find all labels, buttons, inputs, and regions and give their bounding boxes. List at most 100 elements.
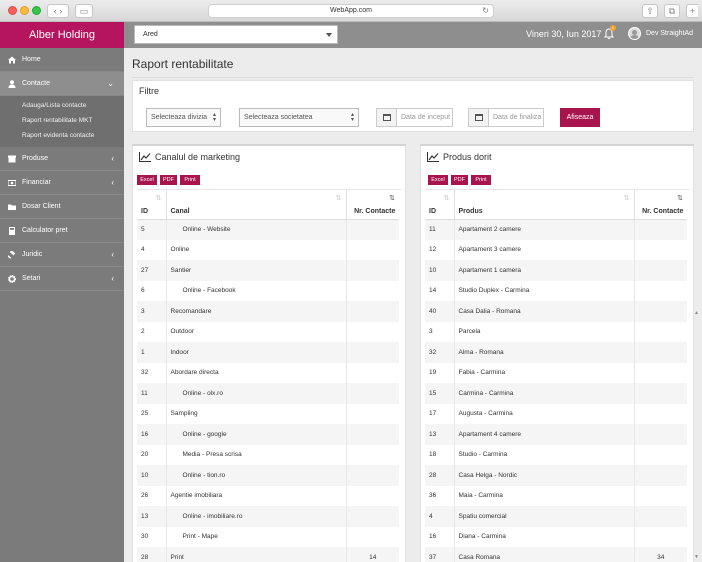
table-row: 10 Online - tion.ro	[137, 465, 399, 486]
calendar-icon	[469, 109, 489, 126]
scroll-down-icon[interactable]: ▼	[694, 554, 699, 560]
cell-name: Online - Facebook	[166, 280, 347, 301]
cell-id: 1	[137, 342, 167, 363]
cell-name: Recomandare	[166, 301, 347, 322]
column-header-nr-contacte[interactable]: Nr. Contacte ⇅	[346, 190, 399, 220]
sidebar-subitem-adauga-contacte[interactable]: Adauga/Lista contacte	[0, 98, 124, 113]
tabs-icon[interactable]: ⧉	[664, 4, 680, 18]
close-window-button[interactable]	[8, 6, 17, 15]
sort-icon: ⇅	[443, 195, 450, 202]
line-chart-icon	[139, 152, 151, 162]
address-bar[interactable]: WebApp.com ↻	[208, 4, 494, 18]
end-date-input[interactable]: Data de finaliza	[468, 108, 544, 127]
sidebar-subitem-raport-evidenta[interactable]: Raport evidenta contacte	[0, 128, 124, 143]
avatar[interactable]	[628, 27, 641, 40]
product-desired-panel: Produs dorit Excel PDF Print ID ⇅ Produs ⇅…	[420, 144, 694, 562]
sidebar-item-label: Produse	[22, 155, 49, 162]
pdf-export-button[interactable]: PDF	[451, 175, 468, 185]
table-row: 11 Online - olx.ro	[137, 383, 399, 404]
cell-id: 13	[137, 506, 167, 527]
back-forward-buttons[interactable]: ‹ ›	[47, 4, 69, 18]
sidebar-item-label: Home	[22, 56, 41, 63]
marketing-channel-table: ID ⇅ Canal ⇅ Nr. Contacte ⇅ 5 Online - Websi…	[137, 190, 399, 562]
cell-name: Santier	[166, 260, 347, 281]
cell-count	[346, 527, 399, 548]
sort-icon: ⇅	[335, 195, 342, 202]
company-select-value: Selecteaza societatea	[244, 114, 313, 121]
division-select-value: Selecteaza divizia	[151, 114, 208, 121]
sidebar-item-label: Calculator pret	[22, 227, 68, 234]
sidebar-item-dosar-client[interactable]: Dosar Client	[0, 195, 124, 219]
company-select[interactable]: Selecteaza societatea ▴ ▾	[239, 108, 359, 127]
print-button[interactable]: Print	[180, 175, 200, 185]
cell-id: 16	[137, 424, 167, 445]
table-row: 18 Studio - Carmina	[425, 444, 687, 466]
marketing-channel-panel: Canalul de marketing Excel PDF Print ID ⇅…	[132, 144, 406, 562]
sort-desc-icon: ⇅	[677, 195, 683, 202]
cell-count	[346, 363, 399, 384]
table-row: 26 Agentie imobiliara	[137, 485, 399, 506]
start-date-input[interactable]: Data de inceput	[376, 108, 453, 127]
cell-name: Online - tion.ro	[166, 465, 347, 486]
share-icon[interactable]: ⇧	[642, 4, 658, 18]
cell-name: Maia - Carmina	[454, 485, 635, 506]
reload-icon[interactable]: ↻	[482, 5, 489, 17]
brand-logo[interactable]: Alber Holding	[0, 22, 124, 48]
cell-name: Apartament 2 camere	[454, 219, 635, 240]
cell-name: Augusta - Carmina	[454, 403, 635, 424]
column-header-id[interactable]: ID ⇅	[425, 190, 455, 220]
excel-export-button[interactable]: Excel	[428, 175, 448, 185]
division-select[interactable]: Selecteaza divizia ▴ ▾	[146, 108, 221, 127]
sidebar-item-produse[interactable]: Produse ‹	[0, 147, 124, 171]
pdf-export-button[interactable]: PDF	[160, 175, 177, 185]
cell-count	[634, 301, 687, 322]
browser-toolbar: ‹ › ▭ WebApp.com ↻ ⇧ ⧉ +	[0, 0, 702, 22]
cell-id: 37	[425, 547, 455, 562]
sidebar-subitem-raport-rentabilitate[interactable]: Raport rentabilitate MKT	[0, 113, 124, 128]
minimize-window-button[interactable]	[20, 6, 29, 15]
cell-id: 27	[137, 260, 167, 281]
sidebar-item-juridic[interactable]: Juridic ‹	[0, 243, 124, 267]
sidebar-item-financiar[interactable]: Financiar ‹	[0, 171, 124, 195]
sidebar-item-home[interactable]: Home	[0, 48, 124, 72]
cell-id: 4	[137, 239, 167, 260]
column-header-id[interactable]: ID ⇅	[137, 190, 167, 220]
chevron-left-icon: ‹	[111, 250, 114, 259]
show-button[interactable]: Afiseaza	[560, 108, 600, 127]
column-header-nr-contacte[interactable]: Nr. Contacte ⇅	[634, 190, 687, 220]
table-row: 11 Apartament 2 camere	[425, 219, 687, 240]
cell-id: 3	[425, 321, 455, 342]
sort-caret-icon: ▴ ▾	[350, 112, 354, 123]
scroll-up-icon[interactable]: ▲	[694, 310, 699, 316]
sidebar-item-label: Contacte	[22, 80, 51, 87]
sidebar-toggle-icon[interactable]: ▭	[75, 4, 93, 18]
excel-export-button[interactable]: Excel	[137, 175, 157, 185]
cell-count	[346, 465, 399, 486]
sidebar-item-contacte[interactable]: Contacte ⌄	[0, 72, 124, 96]
new-tab-button[interactable]: +	[686, 4, 698, 18]
end-date-placeholder: Data de finaliza	[493, 114, 542, 121]
maximize-window-button[interactable]	[32, 6, 41, 15]
sidebar-item-setari[interactable]: Setari ‹	[0, 267, 124, 291]
table-row: 27 Santier	[137, 260, 399, 281]
cell-name: Print	[166, 547, 347, 562]
gear-icon	[8, 275, 16, 283]
user-name[interactable]: Dev StraightAd	[646, 30, 693, 37]
table-row: 16 Diana - Carmina	[425, 526, 687, 547]
product-desired-table: ID ⇅ Produs ⇅ Nr. Contacte ⇅ 11 Apartament 2…	[425, 190, 687, 562]
page-scrollbar[interactable]: ▲ ▼	[692, 310, 700, 562]
area-select[interactable]: Ared	[134, 25, 338, 44]
cell-name: Print - Mape	[166, 526, 347, 547]
filters-title: Filtre	[139, 86, 159, 96]
cell-count	[634, 445, 687, 466]
cell-name: Casa Dalia - Romana	[454, 301, 635, 322]
user-icon	[8, 80, 16, 88]
column-header-produs[interactable]: Produs ⇅	[454, 190, 635, 220]
print-button[interactable]: Print	[471, 175, 491, 185]
table-row: 28 Print 14	[137, 547, 399, 562]
sidebar-item-calculator-pret[interactable]: Calculator pret	[0, 219, 124, 243]
column-header-canal[interactable]: Canal ⇅	[166, 190, 347, 220]
cell-name: Parcela	[454, 321, 635, 342]
cell-id: 14	[425, 280, 455, 301]
cell-id: 28	[137, 547, 167, 562]
